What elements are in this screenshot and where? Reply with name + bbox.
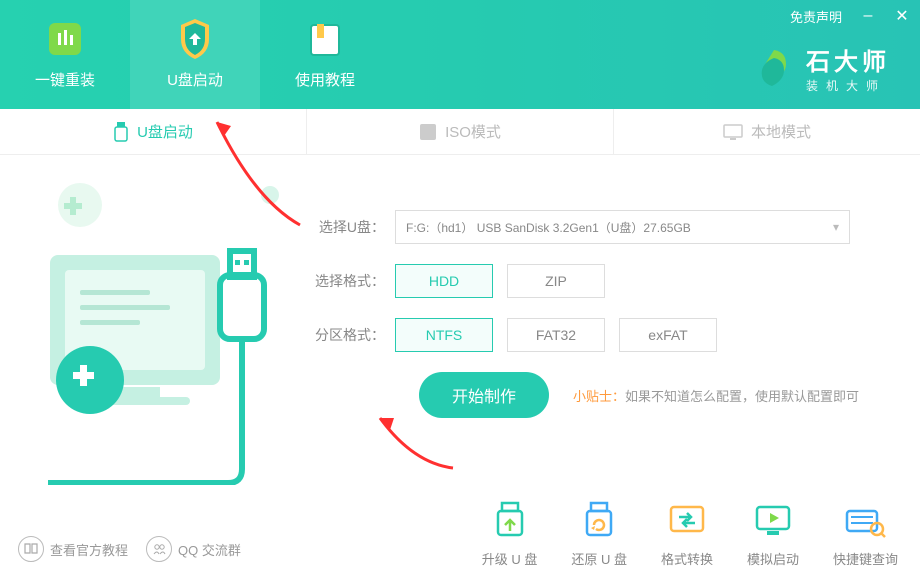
brand: 石大师 装机大师 <box>752 42 890 94</box>
nav-label: 一键重装 <box>35 69 95 90</box>
tool-label: 快捷键查询 <box>833 549 898 568</box>
book-open-icon <box>18 536 44 562</box>
keyboard-search-icon <box>843 501 887 541</box>
group-icon <box>146 536 172 562</box>
brand-subtitle: 装机大师 <box>806 77 890 94</box>
main-area: 选择U盘： F:G:（hd1） USB SanDisk 3.2Gen1（U盘）2… <box>0 155 920 580</box>
subtab-local[interactable]: 本地模式 <box>614 109 920 154</box>
monitor-icon <box>723 124 743 140</box>
format-option-hdd[interactable]: HDD <box>395 264 493 298</box>
subtab-label: U盘启动 <box>137 121 193 142</box>
bars-icon <box>45 19 85 59</box>
subtab-label: 本地模式 <box>751 121 811 142</box>
subtab-label: ISO模式 <box>445 121 501 142</box>
tool-restore-usb[interactable]: 还原 U 盘 <box>571 501 627 568</box>
disclaimer-link[interactable]: 免责声明 <box>790 7 842 26</box>
disk-select[interactable]: F:G:（hd1） USB SanDisk 3.2Gen1（U盘）27.65GB… <box>395 210 850 244</box>
usb-refresh-icon <box>577 501 621 541</box>
format-option-zip[interactable]: ZIP <box>507 264 605 298</box>
shield-icon <box>175 19 215 59</box>
qq-group-link[interactable]: QQ 交流群 <box>146 536 241 562</box>
subtabs: U盘启动 ISO模式 本地模式 <box>0 109 920 155</box>
usb-up-icon <box>488 501 532 541</box>
usb-icon <box>113 122 129 142</box>
tool-label: 模拟启动 <box>747 549 799 568</box>
partition-option-fat32[interactable]: FAT32 <box>507 318 605 352</box>
format-label: 选择格式： <box>310 271 385 291</box>
nav-tutorial[interactable]: 使用教程 <box>260 0 390 109</box>
nav-label: 使用教程 <box>295 69 355 90</box>
usb-illustration <box>10 165 290 485</box>
official-tutorial-link[interactable]: 查看官方教程 <box>18 536 128 562</box>
bottom-tools: 升级 U 盘 还原 U 盘 格式转换 模拟启动 快捷键查询 <box>482 501 898 568</box>
brand-title: 石大师 <box>806 42 890 77</box>
partition-option-ntfs[interactable]: NTFS <box>395 318 493 352</box>
tool-label: 还原 U 盘 <box>571 549 627 568</box>
subtab-usb-boot[interactable]: U盘启动 <box>0 109 307 154</box>
tool-upgrade-usb[interactable]: 升级 U 盘 <box>482 501 538 568</box>
convert-icon <box>665 501 709 541</box>
titlebar: 免责声明 – ✕ <box>790 6 910 26</box>
chevron-down-icon: ▾ <box>833 220 839 234</box>
disk-value: F:G:（hd1） USB SanDisk 3.2Gen1（U盘）27.65GB <box>406 219 691 236</box>
tip: 小贴士：如果不知道怎么配置，使用默认配置即可 <box>573 386 859 405</box>
nav-usb-boot[interactable]: U盘启动 <box>130 0 260 109</box>
minimize-button[interactable]: – <box>860 7 876 25</box>
header: 一键重装 U盘启动 使用教程 免责声明 – ✕ 石大师 装机大师 <box>0 0 920 109</box>
subtab-iso[interactable]: ISO模式 <box>307 109 614 154</box>
tip-label: 小贴士： <box>573 389 625 404</box>
tool-simulate-boot[interactable]: 模拟启动 <box>747 501 799 568</box>
partition-option-exfat[interactable]: exFAT <box>619 318 717 352</box>
logo-icon <box>752 46 796 90</box>
start-button[interactable]: 开始制作 <box>419 372 549 418</box>
tool-label: 格式转换 <box>661 549 713 568</box>
tool-hotkey-lookup[interactable]: 快捷键查询 <box>833 501 898 568</box>
iso-icon <box>419 123 437 141</box>
tool-format-convert[interactable]: 格式转换 <box>661 501 713 568</box>
link-label: 查看官方教程 <box>50 540 128 559</box>
form: 选择U盘： F:G:（hd1） USB SanDisk 3.2Gen1（U盘）2… <box>310 210 890 418</box>
nav-reinstall[interactable]: 一键重装 <box>0 0 130 109</box>
close-button[interactable]: ✕ <box>894 6 910 26</box>
disk-label: 选择U盘： <box>310 217 385 237</box>
book-icon <box>305 19 345 59</box>
nav-label: U盘启动 <box>167 69 223 90</box>
link-label: QQ 交流群 <box>178 540 241 559</box>
tool-label: 升级 U 盘 <box>482 549 538 568</box>
play-monitor-icon <box>751 501 795 541</box>
tip-text: 如果不知道怎么配置，使用默认配置即可 <box>625 389 859 404</box>
bottom-left-links: 查看官方教程 QQ 交流群 <box>18 536 241 562</box>
partition-label: 分区格式： <box>310 325 385 345</box>
